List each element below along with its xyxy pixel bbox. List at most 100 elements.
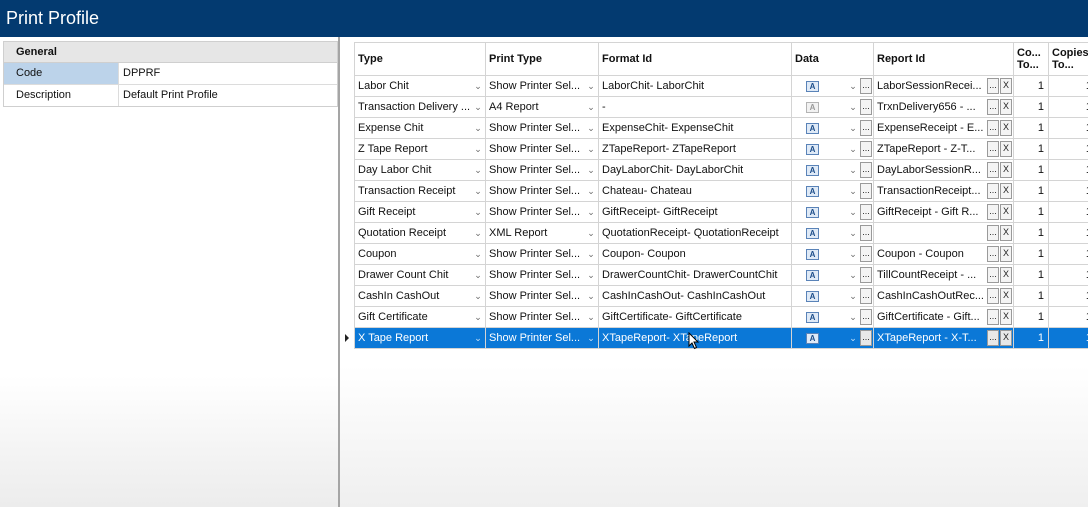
type-cell[interactable]: Z Tape Report ⌄ (354, 138, 486, 160)
table-row[interactable]: Gift Certificate ⌄ Show Printer Sel... ⌄ Gif… (354, 306, 1088, 328)
chevron-down-icon[interactable]: ⌄ (471, 249, 485, 260)
chevron-down-icon[interactable]: ⌄ (846, 144, 860, 155)
ellipsis-button[interactable]: ... (987, 120, 999, 136)
print-type-cell[interactable]: Show Printer Sel... ⌄ (485, 285, 599, 307)
data-format-icon[interactable]: A (806, 81, 819, 92)
chevron-down-icon[interactable]: ⌄ (471, 312, 485, 323)
column-header-report-id[interactable]: Report Id (873, 42, 1014, 76)
clear-button[interactable]: X (1000, 288, 1012, 304)
chevron-down-icon[interactable]: ⌄ (471, 228, 485, 239)
copies-to-2-cell[interactable]: 1 (1048, 117, 1088, 139)
chevron-down-icon[interactable]: ⌄ (584, 228, 598, 239)
clear-button[interactable]: X (1000, 120, 1012, 136)
chevron-down-icon[interactable]: ⌄ (471, 291, 485, 302)
copies-to-1-cell[interactable]: 1 (1013, 327, 1049, 349)
print-type-cell[interactable]: Show Printer Sel... ⌄ (485, 243, 599, 265)
copies-to-1-cell[interactable]: 1 (1013, 138, 1049, 160)
print-type-cell[interactable]: A4 Report ⌄ (485, 96, 599, 118)
report-id-cell[interactable]: TrxnDelivery656 - ...... X (873, 96, 1014, 118)
type-cell[interactable]: Drawer Count Chit ⌄ (354, 264, 486, 286)
type-cell[interactable]: Expense Chit ⌄ (354, 117, 486, 139)
data-cell[interactable]: A ⌄... (791, 159, 874, 181)
ellipsis-button[interactable]: ... (860, 99, 872, 115)
copies-to-1-cell[interactable]: 1 (1013, 306, 1049, 328)
type-cell[interactable]: Day Labor Chit ⌄ (354, 159, 486, 181)
data-format-icon[interactable]: A (806, 249, 819, 260)
clear-button[interactable]: X (1000, 204, 1012, 220)
ellipsis-button[interactable]: ... (987, 99, 999, 115)
data-cell[interactable]: A ⌄... (791, 138, 874, 160)
clear-button[interactable]: X (1000, 330, 1012, 346)
copies-to-1-cell[interactable]: 1 (1013, 264, 1049, 286)
chevron-down-icon[interactable]: ⌄ (846, 81, 860, 92)
ellipsis-button[interactable]: ... (860, 162, 872, 178)
chevron-down-icon[interactable]: ⌄ (471, 144, 485, 155)
clear-button[interactable]: X (1000, 162, 1012, 178)
chevron-down-icon[interactable]: ⌄ (584, 291, 598, 302)
format-id-cell[interactable]: DrawerCountChit- DrawerCountChit (598, 264, 792, 286)
print-type-cell[interactable]: Show Printer Sel... ⌄ (485, 138, 599, 160)
column-header-data[interactable]: Data (791, 42, 874, 76)
type-cell[interactable]: Transaction Receipt ⌄ (354, 180, 486, 202)
ellipsis-button[interactable]: ... (987, 309, 999, 325)
ellipsis-button[interactable]: ... (860, 183, 872, 199)
report-id-cell[interactable]: GiftReceipt - Gift R...... X (873, 201, 1014, 223)
chevron-down-icon[interactable]: ⌄ (584, 207, 598, 218)
copies-to-1-cell[interactable]: 1 (1013, 201, 1049, 223)
data-format-icon[interactable]: A (806, 123, 819, 134)
table-row[interactable]: Quotation Receipt ⌄ XML Report ⌄ QuotationRe… (354, 222, 1088, 244)
chevron-down-icon[interactable]: ⌄ (471, 207, 485, 218)
ellipsis-button[interactable]: ... (987, 183, 999, 199)
format-id-cell[interactable]: - (598, 96, 792, 118)
chevron-down-icon[interactable]: ⌄ (471, 186, 485, 197)
data-cell[interactable]: A ⌄... (791, 306, 874, 328)
copies-to-1-cell[interactable]: 1 (1013, 117, 1049, 139)
data-format-icon[interactable]: A (806, 270, 819, 281)
ellipsis-button[interactable]: ... (987, 225, 999, 241)
copies-to-2-cell[interactable]: 1 (1048, 159, 1088, 181)
print-type-cell[interactable]: Show Printer Sel... ⌄ (485, 306, 599, 328)
chevron-down-icon[interactable]: ⌄ (471, 81, 485, 92)
data-format-icon[interactable]: A (806, 333, 819, 344)
column-header-copies-to-2[interactable]: Copies To... (1048, 42, 1088, 76)
format-id-cell[interactable]: GiftCertificate- GiftCertificate (598, 306, 792, 328)
chevron-down-icon[interactable]: ⌄ (584, 102, 598, 113)
ellipsis-button[interactable]: ... (860, 141, 872, 157)
table-row[interactable]: Drawer Count Chit ⌄ Show Printer Sel... ⌄ Dr… (354, 264, 1088, 286)
clear-button[interactable]: X (1000, 78, 1012, 94)
chevron-down-icon[interactable]: ⌄ (584, 186, 598, 197)
chevron-down-icon[interactable]: ⌄ (471, 102, 485, 113)
data-cell[interactable]: A ⌄... (791, 327, 874, 349)
table-row[interactable]: Transaction Delivery ... ⌄ A4 Report ⌄ - A ⌄..… (354, 96, 1088, 118)
chevron-down-icon[interactable]: ⌄ (471, 123, 485, 134)
chevron-down-icon[interactable]: ⌄ (584, 165, 598, 176)
clear-button[interactable]: X (1000, 309, 1012, 325)
print-type-cell[interactable]: Show Printer Sel... ⌄ (485, 327, 599, 349)
data-format-icon[interactable]: A (806, 291, 819, 302)
chevron-down-icon[interactable]: ⌄ (584, 123, 598, 134)
chevron-down-icon[interactable]: ⌄ (584, 270, 598, 281)
type-cell[interactable]: Gift Receipt ⌄ (354, 201, 486, 223)
copies-to-2-cell[interactable]: 1 (1048, 96, 1088, 118)
print-type-cell[interactable]: XML Report ⌄ (485, 222, 599, 244)
data-format-icon[interactable]: A (806, 186, 819, 197)
data-cell[interactable]: A ⌄... (791, 201, 874, 223)
format-id-cell[interactable]: GiftReceipt- GiftReceipt (598, 201, 792, 223)
report-id-cell[interactable]: GiftCertificate - Gift...... X (873, 306, 1014, 328)
data-format-icon[interactable]: A (806, 312, 819, 323)
data-format-icon[interactable]: A (806, 228, 819, 239)
chevron-down-icon[interactable]: ⌄ (471, 270, 485, 281)
column-header-copies-to-1[interactable]: Co... To... (1013, 42, 1049, 76)
type-cell[interactable]: Coupon ⌄ (354, 243, 486, 265)
copies-to-2-cell[interactable]: 1 (1048, 75, 1088, 97)
report-id-cell[interactable]: LaborSessionRecei...... X (873, 75, 1014, 97)
clear-button[interactable]: X (1000, 141, 1012, 157)
ellipsis-button[interactable]: ... (860, 120, 872, 136)
type-cell[interactable]: Transaction Delivery ... ⌄ (354, 96, 486, 118)
column-header-type[interactable]: Type (354, 42, 486, 76)
clear-button[interactable]: X (1000, 267, 1012, 283)
chevron-down-icon[interactable]: ⌄ (584, 81, 598, 92)
format-id-cell[interactable]: QuotationReceipt- QuotationReceipt (598, 222, 792, 244)
copies-to-1-cell[interactable]: 1 (1013, 222, 1049, 244)
report-id-cell[interactable]: XTapeReport - X-T...... X (873, 327, 1014, 349)
